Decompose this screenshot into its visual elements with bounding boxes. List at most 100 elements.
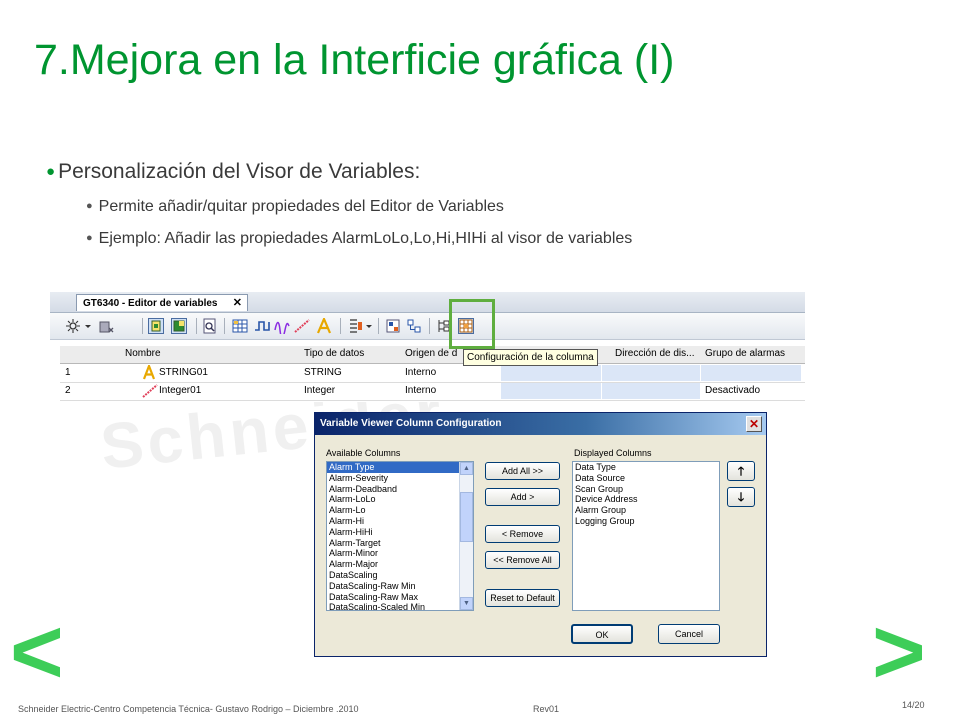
displayed-columns-list[interactable]: Data Type Data Source Scan Group Device Add… (572, 461, 720, 611)
footer-text: Schneider Electric-Centro Competencia Té… (18, 704, 359, 714)
variable-source: Interno (405, 385, 437, 396)
delete-variable-icon[interactable] (98, 318, 114, 334)
chevron-down-icon[interactable] (84, 318, 92, 334)
arrow-down-icon: 🡓 (737, 490, 745, 504)
cancel-button[interactable]: Cancel (658, 624, 720, 644)
column-header-address[interactable]: Dirección de dis... (615, 348, 694, 359)
prev-slide-arrow[interactable]: < (10, 606, 64, 698)
sort-icon[interactable] (347, 318, 363, 334)
editor-toolbar (50, 313, 805, 340)
displayed-column-item[interactable]: Alarm Group (573, 505, 719, 516)
add-button[interactable]: Add > (485, 488, 560, 506)
structure-icon[interactable] (406, 318, 422, 334)
available-columns-label: Available Columns (326, 448, 401, 458)
variable-editor: GT6340 - Editor de variables ✕ Nombre Ti… (50, 292, 805, 402)
export-icon[interactable] (171, 318, 187, 334)
scrollbar[interactable]: ▲ ▼ (459, 462, 473, 610)
table-row[interactable]: 2 Integer01 Integer Interno Desactivado (60, 383, 805, 401)
displayed-columns-label: Displayed Columns (574, 448, 652, 458)
search-icon[interactable] (202, 318, 218, 334)
displayed-column-item[interactable]: Data Type (573, 462, 719, 473)
available-column-item[interactable]: DataScaling-Raw Min (327, 581, 473, 592)
available-column-item[interactable]: Alarm-Target (327, 538, 473, 549)
displayed-column-item[interactable]: Logging Group (573, 516, 719, 527)
move-down-button[interactable]: 🡓 (727, 487, 755, 507)
bullet-sub-2-text: Ejemplo: Añadir las propiedades AlarmLoL… (98, 230, 633, 247)
ok-button[interactable]: OK (571, 624, 633, 644)
variable-alarm-group: Desactivado (705, 385, 761, 396)
close-icon[interactable]: ✕ (233, 295, 242, 312)
scroll-up-icon[interactable]: ▲ (460, 462, 473, 475)
available-column-item[interactable]: Alarm-LoLo (327, 494, 473, 505)
scroll-down-icon[interactable]: ▼ (460, 597, 473, 610)
digital-signal-icon[interactable] (254, 318, 270, 334)
bullet-dot-icon: ● (86, 232, 93, 244)
column-config-dialog: Variable Viewer Column Configuration ✕ A… (314, 412, 767, 657)
grid-icon[interactable] (232, 318, 248, 334)
variable-type: STRING (304, 367, 342, 378)
next-slide-arrow[interactable]: > (872, 606, 926, 698)
variable-type: Integer (304, 385, 336, 396)
new-variable-icon[interactable] (65, 318, 81, 334)
row-number: 2 (65, 385, 71, 396)
bullet-main-text: Personalización del Visor de Variables: (58, 160, 421, 183)
arrow-up-icon: 🡑 (737, 464, 745, 478)
dialog-title-bar[interactable]: Variable Viewer Column Configuration ✕ (315, 413, 766, 435)
remove-all-button[interactable]: << Remove All (485, 551, 560, 569)
slide-title: 7.Mejora en la Interficie gráfica (I) (34, 36, 675, 84)
available-column-item[interactable]: DataScaling (327, 570, 473, 581)
column-header-name[interactable]: Nombre (125, 348, 161, 359)
column-header-type[interactable]: Tipo de datos (304, 348, 364, 359)
import-icon[interactable] (148, 318, 164, 334)
revision-text: Rev01 (533, 704, 560, 714)
bullet-sub-2: ● Ejemplo: Añadir las propiedades AlarmLo… (86, 230, 632, 248)
analog-signal-icon[interactable] (274, 318, 290, 339)
column-config-tooltip: Configuración de la columna (463, 349, 598, 366)
ramp-icon[interactable] (294, 318, 310, 334)
highlight-box (449, 299, 495, 349)
available-column-item[interactable]: Alarm-Hi (327, 516, 473, 527)
available-column-item[interactable]: Alarm-Minor (327, 548, 473, 559)
ramp-icon (142, 383, 158, 401)
close-icon[interactable]: ✕ (746, 416, 762, 432)
page-number: 14/20 (902, 700, 925, 710)
variables-table-header: Nombre Tipo de datos Origen de d Direcci… (60, 346, 805, 364)
available-column-item[interactable]: Alarm-HiHi (327, 527, 473, 538)
bullet-dot-icon: ● (86, 200, 93, 212)
available-column-item[interactable]: Alarm Type (327, 462, 473, 473)
editor-tab-bar: GT6340 - Editor de variables ✕ (50, 292, 805, 313)
column-header-alarm-group[interactable]: Grupo de alarmas (705, 348, 785, 359)
editor-tab-title: GT6340 - Editor de variables (83, 298, 218, 309)
available-column-item[interactable]: Alarm-Deadband (327, 484, 473, 495)
bullet-main: ● Personalización del Visor de Variables: (46, 160, 420, 184)
bullet-sub-1: ● Permite añadir/quitar propiedades del E… (86, 198, 504, 216)
available-column-item[interactable]: DataScaling-Raw Max (327, 592, 473, 603)
row-number: 1 (65, 367, 71, 378)
displayed-column-item[interactable]: Device Address (573, 494, 719, 505)
displayed-column-item[interactable]: Data Source (573, 473, 719, 484)
available-columns-list[interactable]: Alarm Type Alarm-Severity Alarm-Deadband Al… (326, 461, 474, 611)
dialog-title: Variable Viewer Column Configuration (320, 418, 502, 429)
variable-name: STRING01 (159, 367, 208, 378)
available-column-item[interactable]: Alarm-Lo (327, 505, 473, 516)
displayed-column-item[interactable]: Scan Group (573, 484, 719, 495)
add-all-button[interactable]: Add All >> (485, 462, 560, 480)
string-icon (142, 362, 156, 383)
available-column-item[interactable]: Alarm-Major (327, 559, 473, 570)
bullet-sub-1-text: Permite añadir/quitar propiedades del Ed… (98, 198, 504, 215)
available-column-item[interactable]: DataScaling-Scaled Min (327, 602, 473, 610)
string-icon[interactable] (316, 316, 332, 334)
available-column-item[interactable]: Alarm-Severity (327, 473, 473, 484)
reset-to-default-button[interactable]: Reset to Default (485, 589, 560, 607)
variable-source: Interno (405, 367, 437, 378)
variable-name: Integer01 (159, 385, 202, 396)
remove-button[interactable]: < Remove (485, 525, 560, 543)
move-up-button[interactable]: 🡑 (727, 461, 755, 481)
editor-tab[interactable]: GT6340 - Editor de variables ✕ (76, 294, 248, 311)
bullet-dot-icon: ● (46, 163, 56, 180)
chevron-down-icon[interactable] (365, 318, 373, 334)
table-row[interactable]: 1 STRING01 STRING Interno (60, 362, 805, 383)
properties-icon[interactable] (385, 318, 401, 334)
scroll-thumb[interactable] (460, 492, 473, 542)
column-header-source[interactable]: Origen de d (405, 348, 457, 359)
